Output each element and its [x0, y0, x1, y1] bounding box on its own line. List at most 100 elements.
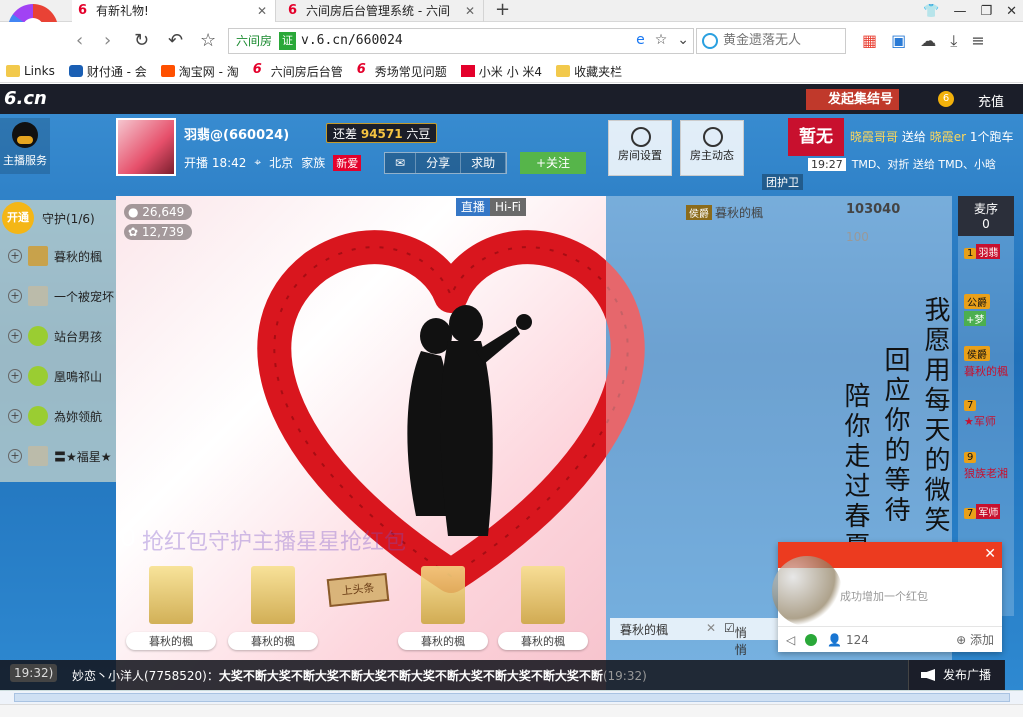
family-label: 家族 — [301, 156, 326, 170]
bookmark-admin[interactable]: 6 六间房后台管 — [253, 63, 343, 80]
podium-slot[interactable]: 暮秋的楓 — [228, 566, 318, 662]
rank-badge: 侯爵 — [686, 205, 712, 220]
trophy-icon — [149, 566, 193, 624]
bookmark-favorites[interactable]: 收藏夹栏 — [556, 63, 622, 80]
plus-icon[interactable]: + — [8, 289, 22, 303]
hifi-tag[interactable]: Hi-Fi — [489, 198, 526, 216]
bookmark-star-icon[interactable]: ☆ — [655, 32, 668, 48]
apps-icon[interactable]: ▦ — [862, 31, 877, 51]
star-icon[interactable]: ☆ — [200, 30, 216, 51]
host-feed-button[interactable]: 房主动态 — [680, 120, 744, 176]
folder-icon — [6, 65, 20, 77]
podium-slot[interactable]: 暮秋的楓 — [126, 566, 216, 662]
menu-icon[interactable]: ≡ — [971, 31, 984, 51]
scrollbar-thumb[interactable] — [14, 693, 1010, 702]
search-input[interactable] — [723, 33, 841, 48]
close-icon[interactable]: ✕ — [706, 621, 716, 635]
queue-item[interactable]: 9 狼族老湘 — [958, 444, 1014, 496]
podium-slot[interactable]: 暮秋的楓 — [398, 566, 488, 662]
plus-icon[interactable]: + — [8, 369, 22, 383]
bookmark-links[interactable]: Links — [6, 64, 55, 78]
guard-member[interactable]: + 〓★福星★ — [0, 436, 116, 476]
queue-item[interactable]: 1 羽翡 — [958, 236, 1014, 288]
bookmark-taobao[interactable]: 淘宝网 - 淘 — [160, 63, 239, 80]
follow-button[interactable]: +关注 — [520, 152, 586, 174]
microphone-icon[interactable] — [122, 528, 134, 546]
search-box[interactable] — [696, 28, 846, 54]
chat-user-line[interactable]: 侯爵 暮秋的楓 — [686, 204, 763, 221]
open-guard-button[interactable]: 开通 — [2, 202, 34, 234]
help-button[interactable]: 求助 — [461, 153, 507, 173]
avatar — [28, 406, 48, 426]
promo-badge[interactable]: 暂无 — [788, 118, 844, 156]
headline-sign[interactable]: 上头条 — [326, 572, 390, 608]
avatar — [28, 366, 48, 386]
plus-icon[interactable]: + — [8, 409, 22, 423]
refresh-icon[interactable]: ↻ — [134, 30, 149, 51]
gift-feed: 晓霞哥哥 送给 晓霞er 1个跑车 — [850, 130, 1014, 144]
host-name[interactable]: 羽翡@(660024) — [184, 124, 289, 143]
private-checkbox[interactable]: ☑ 悄悄 — [724, 621, 747, 657]
queue-item[interactable]: 7 ★军师 — [958, 392, 1014, 444]
forward-icon[interactable]: › — [104, 30, 111, 51]
bookmark-faq[interactable]: 6 秀场常见问题 — [357, 63, 447, 80]
shirt-icon[interactable]: 👕 — [923, 4, 939, 19]
guard-title: 守护(1/6) — [42, 211, 95, 226]
queue-item[interactable]: 7 军师 — [958, 496, 1014, 548]
search-icon — [702, 33, 718, 49]
close-icon[interactable]: ✕ — [257, 0, 267, 22]
guard-member[interactable]: + 暮秋的楓 — [0, 236, 116, 276]
broadcast-message[interactable]: 妙恋丶小洋人(7758520)：大奖不断大奖不断大奖不断大奖不断大奖不断大奖不断… — [72, 667, 647, 684]
plus-icon[interactable]: + — [8, 249, 22, 263]
rally-button[interactable]: 发起集结号 — [806, 89, 900, 110]
guard-member[interactable]: + 站台男孩 — [0, 316, 116, 356]
publish-broadcast-button[interactable]: 发布广播 — [908, 660, 1004, 690]
new-tab-button[interactable]: + — [495, 0, 510, 20]
screenshot-icon[interactable]: ▣ — [891, 31, 906, 51]
tab-admin[interactable]: 6 六间房后台管理系统 - 六间 ✕ — [282, 0, 484, 22]
guard-member[interactable]: + 凰鳴祁山 — [0, 356, 116, 396]
family-badge[interactable]: 新爱 — [333, 154, 362, 171]
live-tag: 直播 — [455, 198, 490, 216]
queue-item[interactable]: 侯爵 暮秋的楓 — [958, 340, 1014, 392]
taobao-icon — [160, 65, 175, 77]
cloud-icon[interactable]: ☁ — [920, 31, 936, 51]
download-icon[interactable]: ⤓ — [950, 31, 957, 51]
close-icon[interactable]: ✕ — [465, 0, 475, 22]
add-button[interactable]: ⊕ 添加 — [956, 631, 1002, 648]
coin-badge[interactable]: 6 — [938, 91, 954, 107]
site-logo[interactable]: 6.cn — [4, 88, 47, 109]
mail-icon[interactable]: ✉ — [385, 153, 417, 173]
back-icon[interactable]: ‹ — [76, 30, 83, 51]
recharge-link[interactable]: 充值 — [978, 91, 1004, 110]
close-window-icon[interactable]: ✕ — [1006, 4, 1017, 19]
tab-gift[interactable]: 6 有新礼物! ✕ — [72, 0, 276, 22]
guard-member[interactable]: + 一个被宠坏 — [0, 276, 116, 316]
host-avatar[interactable] — [116, 118, 176, 176]
horn-icon[interactable]: ◁ — [786, 633, 795, 647]
close-icon[interactable]: ✕ — [984, 546, 996, 562]
ie-icon[interactable]: e — [636, 32, 645, 48]
podium-slot[interactable]: 暮秋的楓 — [498, 566, 588, 662]
chat-target-name[interactable]: 暮秋的楓 — [620, 621, 668, 638]
queue-item[interactable]: 公爵+梦 — [958, 288, 1014, 340]
anchor-service-button[interactable]: 主播服务 — [0, 118, 50, 174]
maximize-icon[interactable]: ❐ — [980, 4, 992, 19]
share-button[interactable]: 分享 — [416, 153, 462, 173]
guard-member[interactable]: + 為妳领航 — [0, 396, 116, 436]
video-stage[interactable]: ● 26,649 ✿ 12,739 直播 Hi-Fi 抢红包守护主播星星抢红包 … — [116, 196, 645, 690]
site-header: 6.cn 发起集结号 6 充值 — [0, 84, 1023, 114]
bookmark-xiaomi[interactable]: 小米 小 米4 — [460, 63, 542, 80]
plus-icon[interactable]: + — [8, 329, 22, 343]
url-text[interactable]: v.6.cn/660024 — [301, 33, 403, 48]
check-icon[interactable] — [805, 633, 818, 646]
plus-icon[interactable]: + — [8, 449, 22, 463]
minimize-icon[interactable]: — — [953, 4, 966, 19]
horizontal-scrollbar[interactable] — [0, 690, 1023, 704]
chevron-down-icon[interactable]: ⌄ — [677, 32, 689, 48]
bookmark-tenpay[interactable]: 财付通 - 会 — [68, 63, 147, 80]
undo-icon[interactable]: ↶ — [168, 30, 183, 51]
address-bar[interactable]: 六间房 证 v.6.cn/660024 e ☆ ⌄ — [228, 28, 694, 54]
room-settings-button[interactable]: 房间设置 — [608, 120, 672, 176]
guard-team-chip[interactable]: 团护卫 — [762, 174, 803, 190]
